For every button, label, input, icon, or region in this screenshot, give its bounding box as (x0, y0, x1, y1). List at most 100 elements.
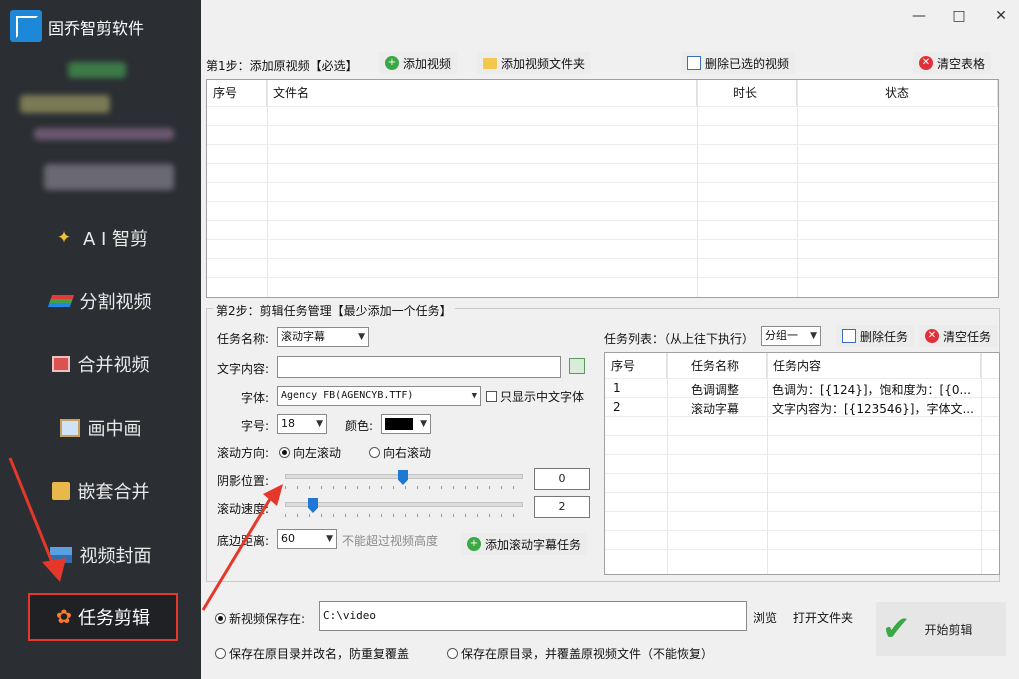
slider-ticks (285, 514, 523, 517)
open-folder-button[interactable]: 打开文件夹 (793, 609, 853, 626)
radio-dot[interactable] (215, 613, 226, 624)
grid-line (207, 125, 998, 126)
delete-doc-icon (687, 56, 701, 70)
grid-line (981, 353, 982, 574)
radio-dot[interactable] (215, 648, 226, 659)
chevron-down-icon: ▼ (358, 332, 365, 342)
radio-dot[interactable] (279, 447, 290, 458)
nav-merge-video[interactable]: 合并视频 (0, 344, 201, 384)
add-scroll-task-label: 添加滚动字幕任务 (485, 537, 582, 552)
blurred-account-line-2 (20, 95, 110, 113)
grid-line (797, 80, 798, 297)
nav-task-edit[interactable]: ✿ 任务剪辑 (28, 593, 178, 641)
main-panel: — □ ✕ 第1步：添加原视频【必选】 + 添加视频 添加视频文件夹 删除已选的… (201, 0, 1019, 679)
file-table[interactable]: 序号 文件名 时长 状态 (206, 79, 999, 298)
column-header[interactable]: 序号 (605, 353, 667, 379)
task-row-no[interactable]: 1 (613, 381, 621, 395)
speed-slider-track[interactable] (285, 502, 523, 507)
checkmark-icon: ✔ (882, 609, 911, 649)
clear-x-icon: ✕ (925, 329, 939, 343)
task-row-content[interactable]: 文字内容为：[{123546}]，字体文... (772, 400, 980, 417)
add-folder-label: 添加视频文件夹 (501, 56, 586, 71)
add-folder-button[interactable]: 添加视频文件夹 (477, 52, 592, 74)
color-swatch (385, 418, 413, 430)
add-video-button[interactable]: + 添加视频 (379, 52, 458, 74)
nav-label: 画中画 (87, 419, 142, 440)
nav-split-video[interactable]: 分割视频 (0, 281, 201, 321)
browse-button[interactable]: 浏览 (753, 609, 777, 626)
direction-left-label: 向左滚动 (293, 446, 342, 460)
delete-task-button[interactable]: 删除任务 (836, 325, 915, 347)
direction-right-radio[interactable]: 向右滚动 (369, 444, 431, 461)
column-header[interactable]: 时长 (697, 80, 797, 106)
slider-ticks (285, 486, 523, 489)
chevron-down-icon: ▼ (420, 419, 427, 429)
checkbox-box[interactable] (486, 391, 497, 402)
start-edit-button[interactable]: ✔ 开始剪辑 (876, 602, 1006, 656)
import-text-icon[interactable] (569, 358, 585, 374)
task-row-name[interactable]: 色调调整 (691, 381, 739, 398)
output-path-input[interactable]: C:\video (319, 601, 747, 631)
blurred-account-line-4 (44, 164, 174, 190)
add-video-label: 添加视频 (403, 56, 452, 71)
save-rename-label: 保存在原目录并改名，防重复覆盖 (229, 647, 410, 661)
grid-line (605, 378, 999, 379)
annotation-arrow (201, 484, 283, 611)
column-header[interactable]: 状态 (797, 80, 998, 106)
delete-selected-label: 删除已选的视频 (705, 56, 790, 71)
group-select[interactable]: 分组一 ▼ (761, 326, 821, 346)
column-header[interactable]: 文件名 (267, 80, 697, 106)
app-logo-icon (10, 10, 42, 42)
maximize-button[interactable]: □ (947, 8, 971, 28)
column-header[interactable]: 序号 (207, 80, 267, 106)
speed-value-input[interactable]: 2 (534, 496, 590, 518)
color-picker[interactable]: ▼ (381, 414, 431, 434)
minimize-button[interactable]: — (907, 8, 931, 28)
grid-line (767, 353, 768, 574)
save-overwrite-radio[interactable]: 保存在原目录，并覆盖原视频文件（不能恢复） (447, 645, 713, 662)
grid-line (605, 435, 999, 436)
grid-line (605, 454, 999, 455)
radio-dot[interactable] (447, 648, 458, 659)
save-rename-radio[interactable]: 保存在原目录并改名，防重复覆盖 (215, 645, 409, 662)
picture-in-picture-icon (59, 419, 80, 437)
nav-label: A I 智剪 (82, 229, 149, 250)
direction-label: 滚动方向: (217, 446, 270, 460)
sidebar: 固乔智剪软件 ✦ A I 智剪 分割视频 合并视频 画中画 嵌套合并 视频封面 … (0, 0, 201, 679)
only-chinese-label: 只显示中文字体 (500, 390, 585, 404)
nav-label: 分割视频 (79, 292, 152, 313)
size-select[interactable]: 18 ▼ (277, 414, 327, 434)
task-row-content[interactable]: 色调为：[{124}]，饱和度为：[{0... (772, 381, 980, 398)
save-new-radio[interactable]: 新视频保存在: (215, 610, 305, 627)
grid-line (207, 106, 998, 107)
task-table[interactable]: 序号 任务名称 任务内容 1 色调调整 色调为：[{124}]，饱和度为：[{0… (604, 352, 1000, 575)
grid-line (667, 353, 668, 574)
delete-selected-button[interactable]: 删除已选的视频 (681, 52, 796, 74)
save-new-label: 新视频保存在: (229, 612, 306, 626)
text-content-label: 文字内容: (217, 362, 270, 376)
nav-picture-in-picture[interactable]: 画中画 (0, 408, 201, 448)
nav-ai-edit[interactable]: ✦ A I 智剪 (0, 218, 201, 258)
start-edit-label: 开始剪辑 (924, 622, 973, 637)
group-value: 分组一 (765, 329, 798, 342)
grid-line (605, 530, 999, 531)
close-button[interactable]: ✕ (989, 8, 1013, 28)
text-content-input[interactable] (277, 356, 561, 378)
grid-line (605, 492, 999, 493)
clear-table-button[interactable]: ✕ 清空表格 (913, 52, 992, 74)
size-label: 字号: (241, 419, 270, 433)
grid-line (207, 239, 998, 240)
clear-task-button[interactable]: ✕ 清空任务 (919, 325, 998, 347)
radio-dot[interactable] (369, 447, 380, 458)
app-title: 固乔智剪软件 (48, 19, 145, 38)
shadow-value-input[interactable]: 0 (534, 468, 590, 490)
task-row-name[interactable]: 滚动字幕 (691, 400, 739, 417)
add-scroll-task-button[interactable]: + 添加滚动字幕任务 (461, 533, 588, 555)
task-row-no[interactable]: 2 (613, 400, 621, 414)
column-header[interactable]: 任务内容 (767, 353, 981, 379)
only-chinese-checkbox[interactable]: 只显示中文字体 (486, 388, 584, 405)
column-header[interactable]: 任务名称 (667, 353, 767, 379)
font-select[interactable]: Agency FB(AGENCYB.TTF) ▼ (277, 386, 481, 406)
task-name-select[interactable]: 滚动字幕 ▼ (277, 327, 369, 347)
direction-left-radio[interactable]: 向左滚动 (279, 444, 341, 461)
